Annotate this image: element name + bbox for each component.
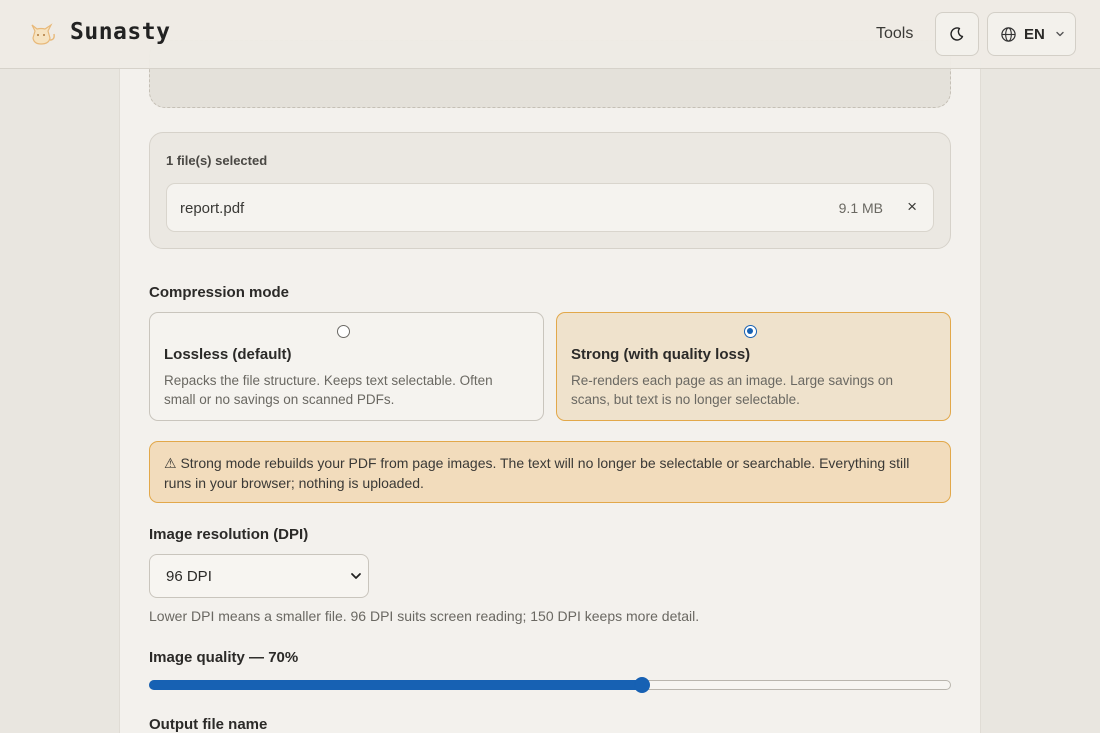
chevron-down-icon (351, 573, 361, 579)
quality-slider[interactable] (149, 677, 951, 693)
slider-fill (149, 680, 643, 690)
language-code: EN (1024, 25, 1045, 43)
file-name: report.pdf (180, 200, 245, 217)
mode-title: Lossless (default) (164, 346, 292, 363)
chevron-down-icon (1056, 31, 1064, 37)
output-filename-label: Output file name (149, 716, 268, 733)
resolution-label: Image resolution (DPI) (149, 526, 309, 543)
remove-file-button[interactable]: × (907, 197, 917, 217)
dpi-select[interactable]: 96 DPI (149, 554, 369, 598)
globe-icon (1001, 26, 1016, 42)
lossless-radio[interactable] (337, 325, 350, 338)
quality-label: Image quality — 70% (149, 649, 299, 666)
mode-title: Strong (with quality loss) (571, 346, 751, 363)
mode-option-strong[interactable]: Strong (with quality loss) Re-renders ea… (556, 312, 951, 421)
cat-logo-icon[interactable] (24, 16, 58, 50)
strong-radio[interactable] (744, 325, 757, 338)
compression-mode-label: Compression mode (149, 284, 290, 301)
language-button[interactable]: EN (987, 12, 1076, 56)
selected-files-box: 1 file(s) selected report.pdf 9.1 MB × (149, 132, 951, 249)
mode-description: Repacks the file structure. Keeps text s… (164, 373, 493, 407)
brand-name[interactable]: Sunasty (70, 19, 170, 45)
dpi-hint: Lower DPI means a smaller file. 96 DPI s… (149, 608, 700, 624)
dpi-selected-value: 96 DPI (166, 568, 212, 585)
selected-files-count: 1 file(s) selected (166, 153, 268, 168)
strong-mode-warning: ⚠ Strong mode rebuilds your PDF from pag… (149, 441, 951, 503)
file-size: 9.1 MB (838, 200, 883, 216)
moon-icon (950, 27, 964, 41)
top-header: Sunasty Tools EN (0, 0, 1100, 69)
tools-link[interactable]: Tools (876, 25, 913, 43)
mode-option-lossless[interactable]: Lossless (default) Repacks the file stru… (149, 312, 544, 421)
theme-toggle-button[interactable] (935, 12, 979, 56)
mode-description: Re-renders each page as an image. Large … (571, 373, 893, 407)
file-row: report.pdf 9.1 MB × (166, 183, 934, 232)
